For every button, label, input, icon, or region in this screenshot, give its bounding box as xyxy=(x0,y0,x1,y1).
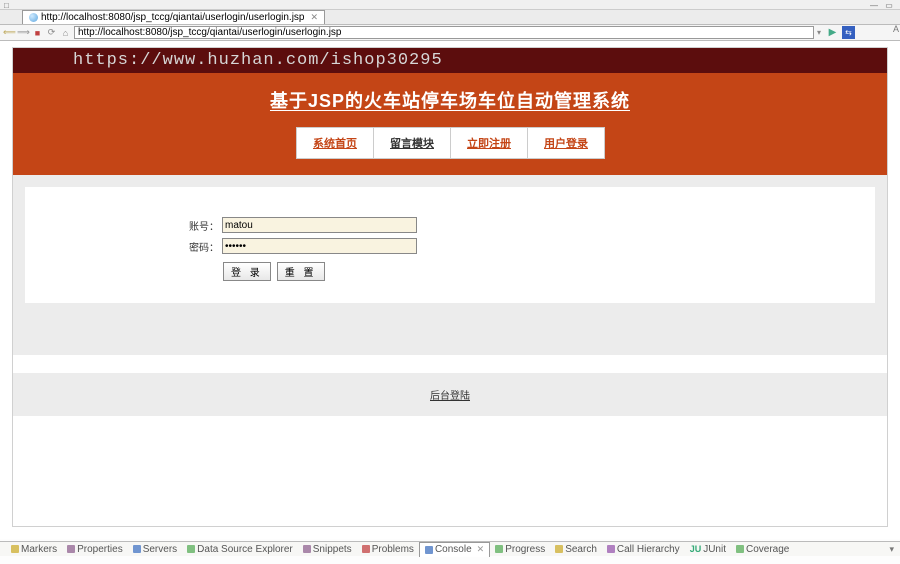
button-row: 登 录 重 置 xyxy=(223,262,875,281)
call-hierarchy-icon xyxy=(607,545,615,553)
login-button[interactable]: 登 录 xyxy=(223,262,271,281)
username-row: 账号： xyxy=(185,217,875,233)
back-icon[interactable]: ⟸ xyxy=(4,27,15,38)
properties-icon xyxy=(67,545,75,553)
tab-progress[interactable]: Progress xyxy=(490,542,550,557)
maximize-icon[interactable]: ▭ xyxy=(882,1,896,9)
go-icon[interactable]: ▶ xyxy=(826,26,839,39)
username-label: 账号： xyxy=(185,218,219,233)
minimize-icon[interactable]: — xyxy=(867,1,881,9)
page-title: 基于JSP的火车站停车场车位自动管理系统 xyxy=(13,87,887,113)
page-body: https://www.huzhan.com/ishop30295 基于JSP的… xyxy=(12,47,888,527)
password-row: 密码： xyxy=(185,238,875,254)
window-title-bar: □ — ▭ xyxy=(0,0,900,10)
url-input[interactable] xyxy=(74,26,814,39)
coverage-icon xyxy=(736,545,744,553)
panel-controls: ▾ xyxy=(889,544,894,555)
tab-close-icon[interactable]: ✕ xyxy=(311,12,319,23)
tab-snippets[interactable]: Snippets xyxy=(298,542,357,557)
watermark-url: https://www.huzhan.com/ishop30295 xyxy=(73,51,443,70)
browser-tab[interactable]: http://localhost:8080/jsp_tccg/qiantai/u… xyxy=(22,10,325,24)
browser-tab-bar: http://localhost:8080/jsp_tccg/qiantai/u… xyxy=(0,10,900,25)
markers-icon xyxy=(11,545,19,553)
panel-menu-icon[interactable]: ▾ xyxy=(889,544,894,555)
tab-problems[interactable]: Problems xyxy=(357,542,419,557)
junit-icon: JU xyxy=(690,544,702,554)
globe-icon xyxy=(29,13,38,22)
tab-servers[interactable]: Servers xyxy=(128,542,182,557)
nav-messages[interactable]: 留言模块 xyxy=(373,127,451,159)
main-body: 账号： 密码： 登 录 重 置 xyxy=(13,175,887,355)
tab-properties[interactable]: Properties xyxy=(62,542,128,557)
ide-views-bar: Markers Properties Servers Data Source E… xyxy=(0,541,900,556)
servers-icon xyxy=(133,545,141,553)
nav-login[interactable]: 用户登录 xyxy=(527,127,605,159)
username-input[interactable] xyxy=(222,217,417,233)
footer-admin-link[interactable]: 后台登陆 xyxy=(13,373,887,416)
tab-call-hierarchy[interactable]: Call Hierarchy xyxy=(602,542,685,557)
search-icon xyxy=(555,545,563,553)
progress-icon xyxy=(495,545,503,553)
snippets-icon xyxy=(303,545,311,553)
console-close-icon[interactable]: ✕ xyxy=(477,544,485,555)
problems-icon xyxy=(362,545,370,553)
reset-button[interactable]: 重 置 xyxy=(277,262,325,281)
nav-register[interactable]: 立即注册 xyxy=(450,127,528,159)
forward-icon[interactable]: ⟹ xyxy=(18,27,29,38)
url-dropdown-icon[interactable]: ▾ xyxy=(817,28,821,37)
site-header: https://www.huzhan.com/ishop30295 xyxy=(13,48,887,73)
dse-icon xyxy=(187,545,195,553)
right-indicator: A xyxy=(893,24,899,34)
tab-title: http://localhost:8080/jsp_tccg/qiantai/u… xyxy=(41,12,305,23)
footer-gap xyxy=(13,355,887,373)
nav-home[interactable]: 系统首页 xyxy=(296,127,374,159)
tab-junit[interactable]: JUJUnit xyxy=(685,542,731,557)
tab-console[interactable]: Console✕ xyxy=(419,542,490,557)
login-panel: 账号： 密码： 登 录 重 置 xyxy=(25,187,875,303)
refresh-icon[interactable]: ⟳ xyxy=(46,27,57,38)
tab-markers[interactable]: Markers xyxy=(6,542,62,557)
page-viewport: https://www.huzhan.com/ishop30295 基于JSP的… xyxy=(0,41,900,539)
nav-row: 系统首页 留言模块 立即注册 用户登录 xyxy=(13,127,887,159)
tab-search[interactable]: Search xyxy=(550,542,602,557)
tab-dse[interactable]: Data Source Explorer xyxy=(182,542,298,557)
console-icon xyxy=(425,546,433,554)
tab-coverage[interactable]: Coverage xyxy=(731,542,794,557)
toggle-icon[interactable]: ⇆ xyxy=(842,26,855,39)
address-bar: ⟸ ⟹ ■ ⟳ ⌂ ▾ ▶ ⇆ xyxy=(0,25,900,41)
password-label: 密码： xyxy=(185,239,219,254)
password-input[interactable] xyxy=(222,238,417,254)
window-controls: — ▭ xyxy=(867,1,896,9)
banner: 基于JSP的火车站停车场车位自动管理系统 系统首页 留言模块 立即注册 用户登录 xyxy=(13,73,887,175)
stop-icon[interactable]: ■ xyxy=(32,27,43,38)
window-left-icons: □ xyxy=(4,1,9,10)
home-icon[interactable]: ⌂ xyxy=(60,27,71,38)
